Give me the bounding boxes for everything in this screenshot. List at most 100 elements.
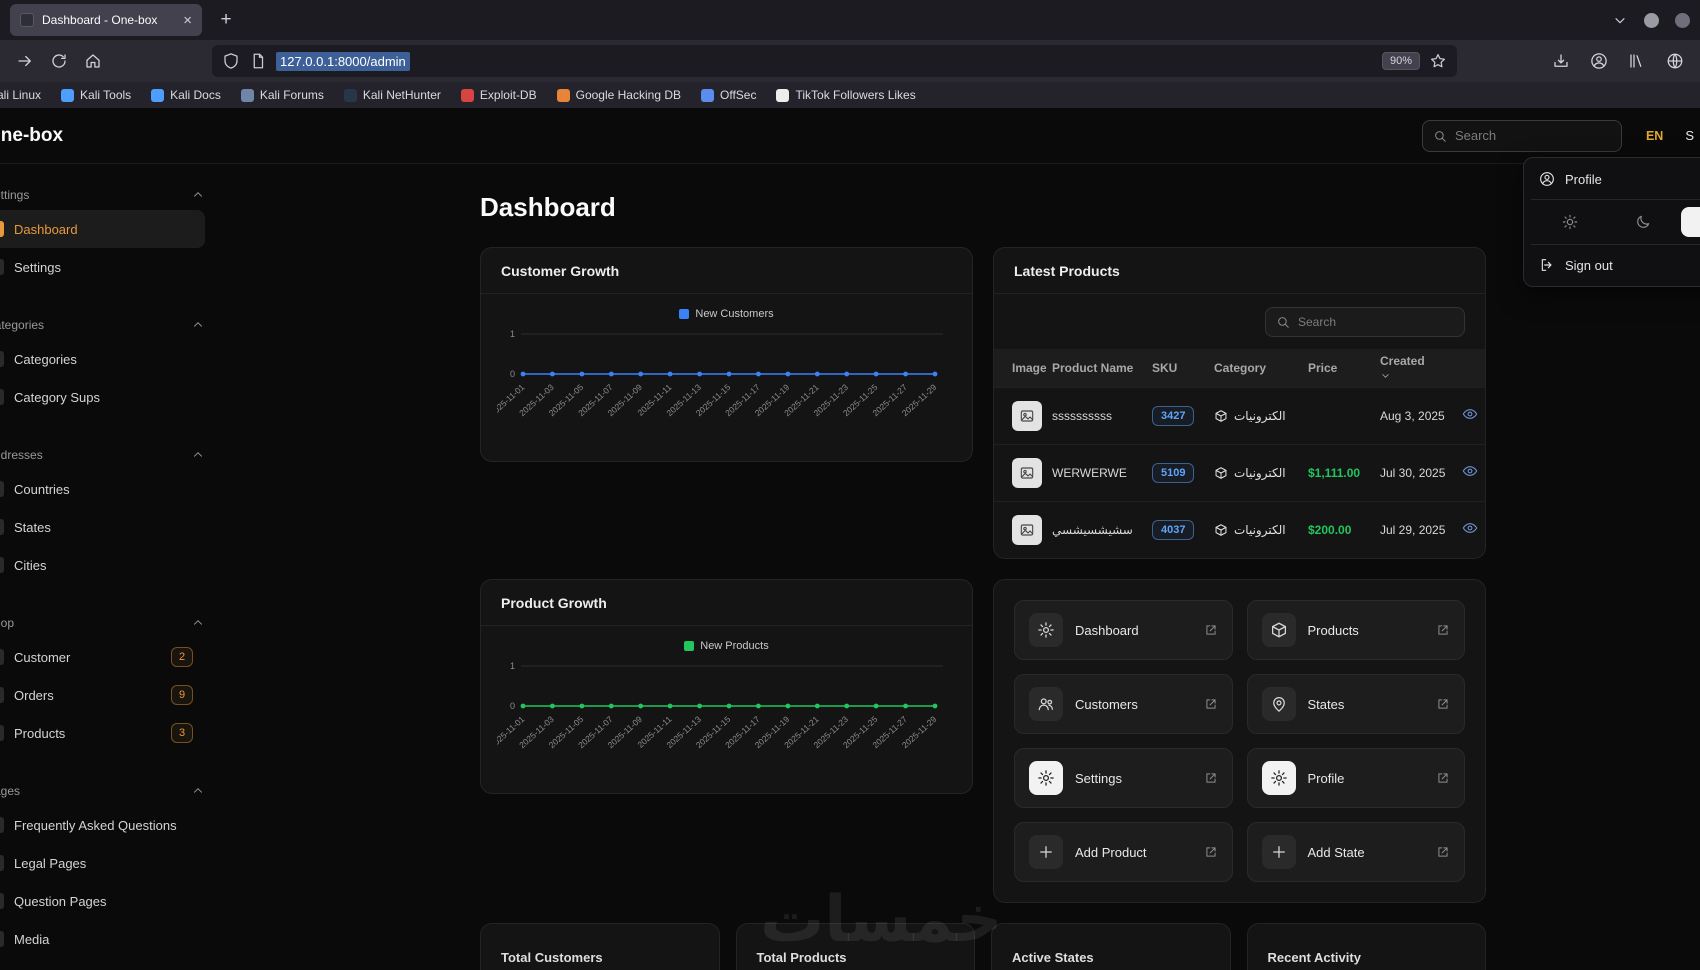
column-actions [1456,349,1485,387]
count-badge: 9 [171,685,193,705]
zoom-indicator[interactable]: 90% [1381,52,1420,70]
new-tab-button[interactable]: + [212,6,240,34]
product-row[interactable]: سشيشسيشسي 4037 الكترونيات $200.00 Jul 29… [994,500,1485,558]
plus-icon [1261,835,1296,869]
section-title-categories[interactable]: Categories [0,310,205,340]
column-created[interactable]: Created [1374,349,1456,387]
menu-item-signout[interactable]: Sign out [1529,249,1700,281]
quicklink-add-product[interactable]: Add Product [1014,822,1233,882]
products-search[interactable] [1265,307,1465,337]
box-icon [1271,622,1286,638]
quicklink-products[interactable]: Products [1246,600,1465,660]
column-product-name[interactable]: Product Name [1046,349,1146,387]
column-price[interactable]: Price [1302,349,1374,387]
quicklink-label: Customers [1075,696,1138,712]
sidebar-item-products[interactable]: Products 3 [0,714,205,752]
menu-item-profile[interactable]: Profile [1529,163,1700,195]
main-content: Dashboard Customer Growth New Customers … [215,164,1700,970]
header-search[interactable] [1421,119,1622,152]
sidebar-item-legal-pages[interactable]: Legal Pages [0,844,205,882]
admin-app: One-box EN S Settings Dashboard Settings… [0,108,1700,970]
url-bar[interactable]: 127.0.0.1:8000/admin 90% [212,45,1457,77]
window-circle-icon[interactable] [1644,12,1659,28]
sidebar-item-states[interactable]: States [0,508,205,546]
tab-close-button[interactable]: × [183,13,192,28]
column-sku[interactable]: SKU [1146,349,1208,387]
tracking-protection-shield-icon[interactable] [222,52,240,70]
column-category[interactable]: Category [1208,349,1302,387]
library-icon[interactable] [1622,46,1652,76]
view-product-button[interactable] [1462,406,1478,422]
column-image[interactable]: Image [994,349,1046,387]
external-icon [1205,699,1216,709]
quicklink-add-state[interactable]: Add State [1246,822,1465,882]
bookmark-kali-nethunter[interactable]: Kali NetHunter [343,88,441,102]
bookmark-star-icon[interactable] [1429,52,1447,70]
product-row[interactable]: WERWERWE 5109 الكترونيات $1,111.00 Jul 3… [994,443,1485,501]
kali-forums-icon [240,88,254,102]
quicklink-dashboard[interactable]: Dashboard [1014,600,1233,660]
theme-light-button[interactable] [1535,207,1605,237]
quicklink-customers[interactable]: Customers [1014,674,1233,734]
quicklink-profile[interactable]: Profile [1246,748,1465,808]
product-growth-chart: New Products 1 0 2025-11-01 2025-11-03 2025-… [481,626,972,793]
sidebar-item-customer[interactable]: Customer 2 [0,638,205,676]
quicklink-states[interactable]: States [1246,674,1465,734]
bookmark-exploit-db[interactable]: Exploit-DB [460,88,537,102]
product-price: $1,111.00 [1302,443,1374,501]
profile-dropdown-menu: Profile Sign out [1523,157,1700,287]
quicklink-settings[interactable]: Settings [1014,748,1233,808]
account-icon[interactable] [1584,46,1614,76]
bookmark-tiktok-followers-likes[interactable]: TikTok Followers Likes [776,88,916,102]
sidebar-item-question-pages[interactable]: Question Pages [0,882,205,920]
theme-dark-button[interactable] [1608,207,1678,237]
theme-system-button[interactable] [1681,207,1700,237]
bookmark-kali-linux[interactable]: Kali Linux [0,88,41,102]
sidebar-item-cities[interactable]: Cities [0,546,205,584]
bookmark-kali-tools[interactable]: Kali Tools [61,88,131,102]
stat-card-active-states: Active States [991,923,1231,970]
list-tabs-chevron-icon[interactable] [1612,12,1628,28]
products-search-input[interactable] [1298,315,1454,329]
save-to-pocket-icon[interactable] [1546,46,1576,76]
bookmark-google-hacking-db[interactable]: Google Hacking DB [556,88,681,102]
section-title-shop[interactable]: Shop [0,608,205,638]
sidebar-item-countries[interactable]: Countries [0,470,205,508]
bookmark-offsec[interactable]: OffSec [701,88,756,102]
window-circle-icon-2[interactable] [1675,12,1690,28]
brand-logo[interactable]: One-box [0,125,63,147]
home-button[interactable] [78,46,108,76]
sidebar-item-frequently-asked-questions[interactable]: Frequently Asked Questions [0,806,205,844]
view-product-button[interactable] [1462,463,1478,479]
exploit-db-icon [460,88,474,102]
section-title-settings[interactable]: Settings [0,180,205,210]
sidebar-item-dashboard[interactable]: Dashboard [0,210,205,248]
sidebar-item-settings[interactable]: Settings [0,248,205,286]
gear-icon [1261,761,1296,795]
library-icon [1630,54,1642,68]
plus-icon [1272,846,1285,858]
sidebar-item-orders[interactable]: Orders 9 [0,676,205,714]
url-text[interactable]: 127.0.0.1:8000/admin [276,51,410,71]
sidebar-item-category-sups[interactable]: Category Sups [0,378,205,416]
gear-icon [1029,613,1063,647]
reload-button[interactable] [44,46,74,76]
browser-tab[interactable]: Dashboard - One-box × [10,4,202,36]
section-title-addresses[interactable]: Addresses [0,440,205,470]
language-switcher[interactable]: EN [1646,129,1663,143]
view-product-button[interactable] [1462,520,1478,536]
product-row[interactable]: ssssssssss 3427 الكترونيات Aug 3, 2025 [994,386,1485,444]
sidebar-item-categories[interactable]: Categories [0,340,205,378]
user-menu-button[interactable]: S [1685,128,1694,143]
section-title-pages[interactable]: Pages [0,776,205,806]
moon-icon [1637,215,1650,228]
forward-button[interactable] [10,46,40,76]
extension-globe-icon[interactable] [1660,46,1690,76]
bookmark-kali-forums[interactable]: Kali Forums [240,88,324,102]
header-search-input[interactable] [1454,128,1611,143]
external-link-icon [1436,845,1450,859]
sidebar-item-media[interactable]: Media [0,920,205,958]
sidebar-item-label: Orders [14,687,54,703]
bookmark-kali-docs[interactable]: Kali Docs [151,88,221,102]
page-info-icon[interactable] [249,52,267,70]
